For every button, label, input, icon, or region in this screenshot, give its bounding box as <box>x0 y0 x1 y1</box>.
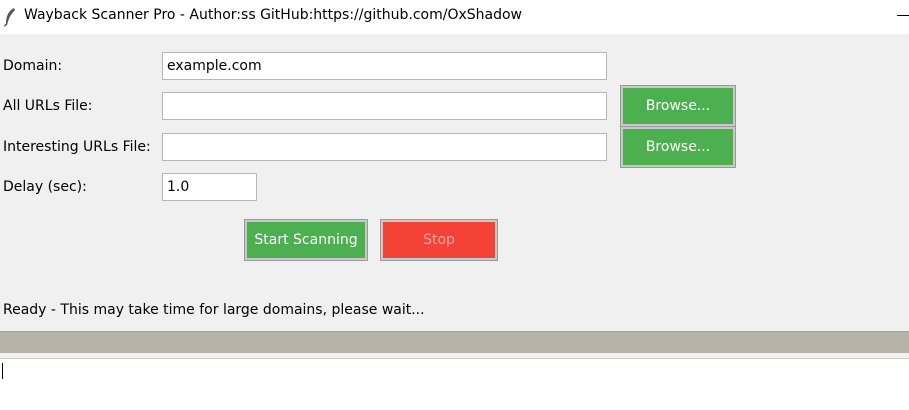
window-title: Wayback Scanner Pro - Author:ss GitHub:h… <box>24 7 522 23</box>
domain-input[interactable] <box>162 52 607 80</box>
browse-all-urls-button[interactable]: Browse... <box>620 85 736 127</box>
stop-button[interactable]: Stop <box>380 219 498 261</box>
title-bar: Wayback Scanner Pro - Author:ss GitHub:h… <box>0 0 909 34</box>
progress-bar <box>0 331 909 353</box>
start-scanning-button[interactable]: Start Scanning <box>244 219 368 261</box>
minimize-button[interactable] <box>888 0 909 34</box>
all-urls-label: All URLs File: <box>3 98 93 114</box>
interesting-urls-label: Interesting URLs File: <box>3 139 151 155</box>
status-text: Ready - This may take time for large dom… <box>3 302 425 318</box>
log-output[interactable] <box>0 358 909 410</box>
text-caret <box>2 363 3 379</box>
delay-label: Delay (sec): <box>3 179 87 195</box>
interesting-urls-file-input[interactable] <box>162 133 607 161</box>
delay-input[interactable] <box>162 173 257 201</box>
feather-icon <box>3 8 15 27</box>
all-urls-file-input[interactable] <box>162 92 607 120</box>
browse-interesting-urls-button[interactable]: Browse... <box>620 126 736 168</box>
domain-label: Domain: <box>3 58 63 74</box>
